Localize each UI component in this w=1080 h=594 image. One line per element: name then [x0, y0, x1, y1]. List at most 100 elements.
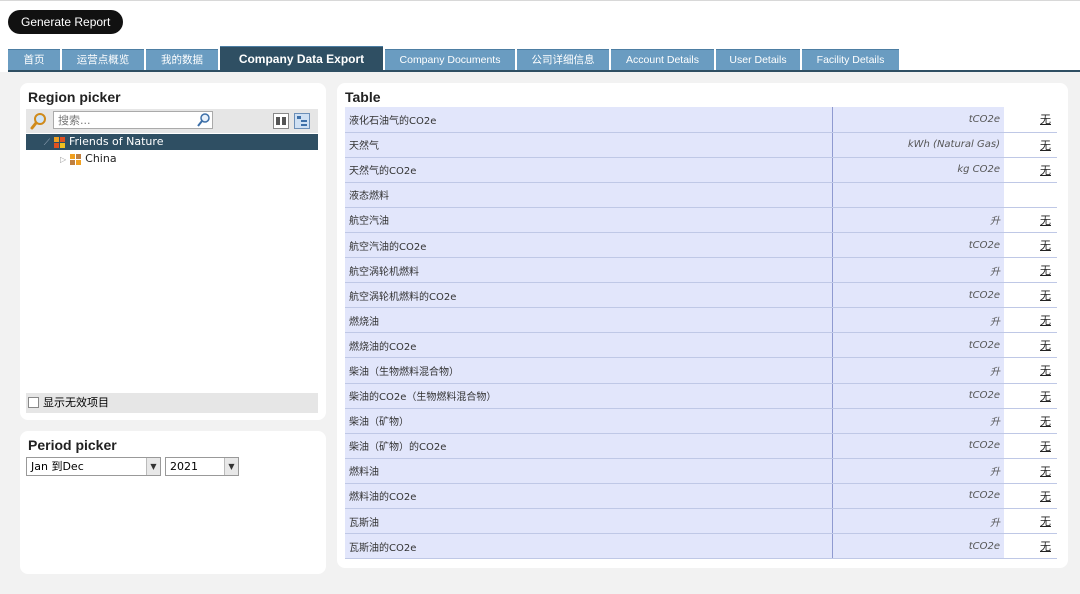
table-row: 航空涡轮机燃料的CO2e tCO2e 无	[345, 282, 1057, 309]
show-inactive-row[interactable]: 显示无效项目	[26, 393, 318, 413]
region-picker-title: Region picker	[28, 89, 121, 105]
generate-report-button[interactable]: Generate Report	[8, 10, 124, 34]
table-row: 燃料油升 无	[345, 458, 1057, 484]
tab-my-data[interactable]: 我的数据	[146, 49, 218, 70]
chevron-down-icon[interactable]: ▼	[224, 458, 238, 475]
row-action-cell: 无	[1004, 207, 1057, 233]
row-name-cell: 燃料油	[345, 458, 833, 484]
tree-node-china[interactable]: ▷ China	[60, 151, 117, 167]
row-action-cell: 无	[1004, 508, 1057, 535]
search-go-icon[interactable]	[196, 112, 212, 128]
row-action-link[interactable]: 无	[1040, 364, 1051, 377]
table-scroll-area[interactable]: 液化石油气的CO2e tCO2e 无天然气 kWh (Natural Gas) 无天然气…	[345, 107, 1057, 563]
row-action-link[interactable]: 无	[1040, 314, 1051, 327]
row-name-cell: 航空涡轮机燃料的CO2e	[345, 282, 833, 309]
row-name-cell: 柴油（矿物）的CO2e	[345, 433, 833, 459]
period-range-select[interactable]: Jan 到Dec ▼	[26, 457, 161, 476]
table-title: Table	[345, 89, 381, 105]
row-unit-cell: tCO2e	[832, 332, 1004, 359]
row-name-cell: 液化石油气的CO2e	[345, 107, 833, 133]
table-row: 航空汽油的CO2e tCO2e 无	[345, 232, 1057, 259]
table-row: 燃烧油的CO2e tCO2e 无	[345, 332, 1057, 359]
row-action-link[interactable]: 无	[1040, 390, 1051, 403]
tab-company-documents[interactable]: Company Documents	[385, 49, 515, 70]
row-action-cell: 无	[1004, 107, 1057, 133]
row-name-cell: 燃烧油的CO2e	[345, 332, 833, 359]
tab-user-details[interactable]: User Details	[716, 49, 800, 70]
row-unit-cell: 升	[832, 257, 1004, 284]
row-action-link[interactable]: 无	[1040, 164, 1051, 177]
row-name-cell: 柴油的CO2e（生物燃料混合物）	[345, 383, 833, 409]
row-action-link[interactable]: 无	[1040, 113, 1051, 126]
row-action-link[interactable]: 无	[1040, 214, 1051, 227]
row-action-cell: 无	[1004, 157, 1057, 183]
region-icon	[69, 153, 81, 165]
tab-home[interactable]: 首页	[8, 49, 60, 70]
table-row: 液化石油气的CO2e tCO2e 无	[345, 107, 1057, 133]
row-action-link[interactable]: 无	[1040, 264, 1051, 277]
period-range-value: Jan 到Dec	[31, 460, 84, 473]
table-row: 瓦斯油升 无	[345, 508, 1057, 535]
show-inactive-checkbox[interactable]	[28, 396, 39, 408]
tree-node-friends-of-nature[interactable]: ⟋ Friends of Nature	[26, 134, 318, 150]
tab-company-data-export[interactable]: Company Data Export	[220, 46, 383, 72]
table-panel: Table 液化石油气的CO2e tCO2e 无天然气 kWh (Natural Ga…	[337, 83, 1068, 568]
row-unit-cell: kWh (Natural Gas)	[832, 132, 1004, 158]
table-row: 航空涡轮机燃料升 无	[345, 257, 1057, 284]
collapse-arrow-icon[interactable]: ⟋	[26, 135, 50, 151]
row-action-link[interactable]: 无	[1040, 440, 1051, 453]
tab-site-overview[interactable]: 运营点概览	[62, 49, 144, 70]
row-action-cell: 无	[1004, 383, 1057, 409]
search-icon[interactable]	[30, 112, 48, 130]
row-action-cell: 无	[1004, 282, 1057, 309]
row-name-cell: 燃烧油	[345, 307, 833, 334]
row-action-link[interactable]: 无	[1040, 515, 1051, 528]
row-name-cell: 航空汽油的CO2e	[345, 232, 833, 259]
row-name-cell: 天然气	[345, 132, 833, 158]
tab-bar: 首页 运营点概览 我的数据 Company Data Export Compan…	[0, 44, 1080, 72]
row-unit-cell: 升	[832, 408, 1004, 434]
row-unit-cell: tCO2e	[832, 107, 1004, 133]
row-action-link[interactable]: 无	[1040, 465, 1051, 478]
row-unit-cell	[832, 182, 1004, 208]
row-unit-cell: 升	[832, 207, 1004, 233]
row-unit-cell: tCO2e	[832, 433, 1004, 459]
tab-facility-details[interactable]: Facility Details	[802, 49, 899, 70]
row-action-link[interactable]: 无	[1040, 415, 1051, 428]
tab-company-details[interactable]: 公司详细信息	[517, 49, 609, 70]
region-search-input[interactable]: 搜索...	[53, 111, 213, 129]
row-action-link[interactable]: 无	[1040, 239, 1051, 252]
table-row: 液态燃料	[345, 182, 1057, 208]
row-unit-cell: tCO2e	[832, 533, 1004, 560]
table-row: 燃烧油升 无	[345, 307, 1057, 334]
expand-arrow-icon[interactable]: ▷	[60, 155, 66, 164]
row-action-link[interactable]: 无	[1040, 289, 1051, 302]
row-action-link[interactable]: 无	[1040, 540, 1051, 553]
period-year-select[interactable]: 2021 ▼	[165, 457, 239, 476]
tab-account-details[interactable]: Account Details	[611, 49, 714, 70]
row-action-cell: 无	[1004, 408, 1057, 434]
show-inactive-label: 显示无效项目	[43, 396, 109, 409]
table-row: 燃料油的CO2e tCO2e 无	[345, 483, 1057, 510]
row-action-cell	[1004, 182, 1057, 208]
period-picker-panel: Period picker Jan 到Dec ▼ 2021 ▼	[20, 431, 326, 574]
row-action-link[interactable]: 无	[1040, 139, 1051, 152]
row-action-cell: 无	[1004, 533, 1057, 560]
row-unit-cell: tCO2e	[832, 483, 1004, 510]
row-name-cell: 天然气的CO2e	[345, 157, 833, 183]
data-table: 液化石油气的CO2e tCO2e 无天然气 kWh (Natural Gas) 无天然气…	[345, 107, 1057, 560]
row-action-link[interactable]: 无	[1040, 490, 1051, 503]
row-name-cell: 液态燃料	[345, 182, 833, 208]
chevron-down-icon[interactable]: ▼	[146, 458, 160, 475]
row-name-cell: 瓦斯油	[345, 508, 833, 535]
row-unit-cell: 升	[832, 458, 1004, 484]
table-row: 柴油的CO2e（生物燃料混合物） tCO2e 无	[345, 383, 1057, 409]
row-action-cell: 无	[1004, 257, 1057, 284]
tree-view-icon[interactable]	[294, 113, 310, 129]
region-toolbar: 搜索...	[26, 109, 318, 133]
row-action-link[interactable]: 无	[1040, 339, 1051, 352]
list-view-icon[interactable]	[273, 113, 289, 129]
row-action-cell: 无	[1004, 307, 1057, 334]
row-unit-cell: kg CO2e	[832, 157, 1004, 183]
table-row: 天然气 kWh (Natural Gas) 无	[345, 132, 1057, 158]
